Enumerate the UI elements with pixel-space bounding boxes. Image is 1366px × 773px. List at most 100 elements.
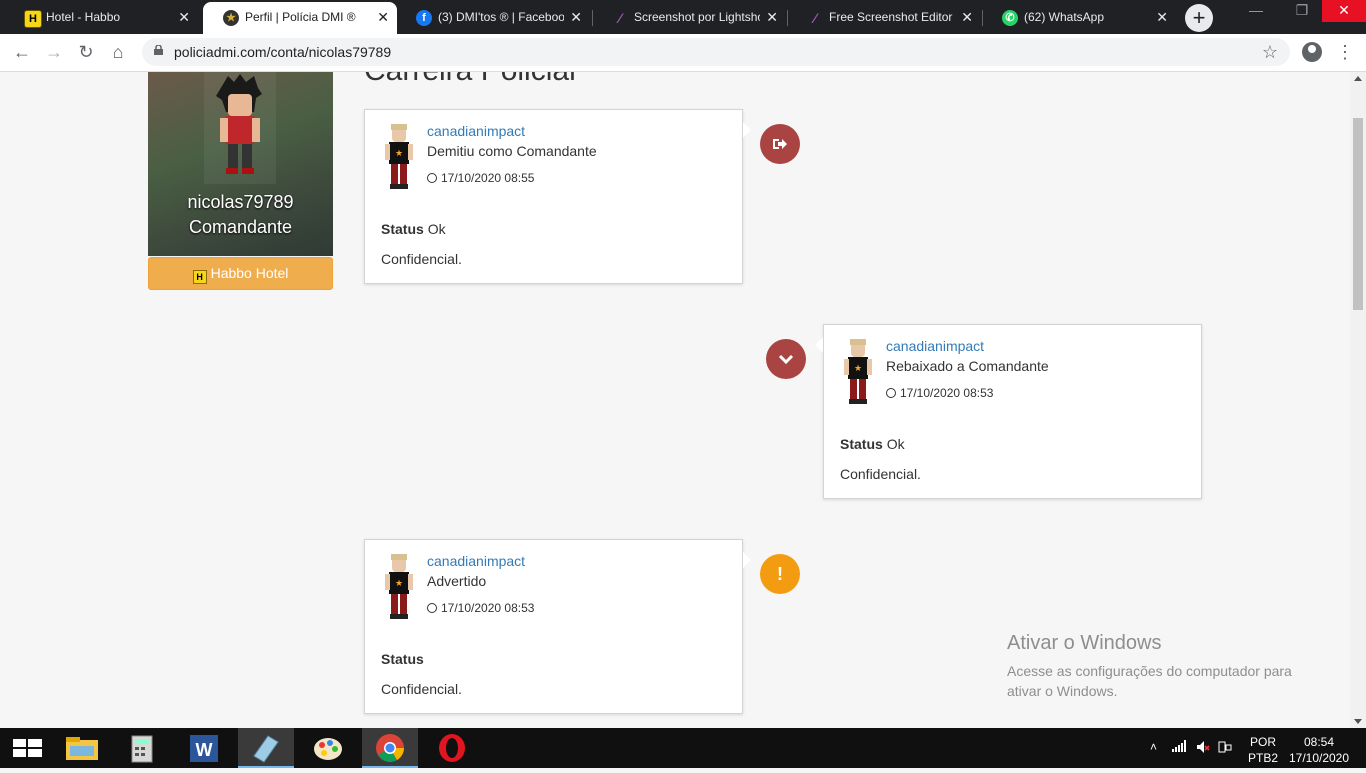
minimize-icon[interactable]: — <box>1234 0 1278 22</box>
close-icon[interactable]: ✕ <box>766 2 778 32</box>
clock-time: 08:54 <box>1303 735 1335 749</box>
habbo-hotel-button[interactable]: H Habbo Hotel <box>148 257 333 290</box>
svg-text:★: ★ <box>395 578 403 588</box>
scroll-down-icon[interactable] <box>1354 719 1362 724</box>
exclamation-icon: ! <box>760 554 800 594</box>
tab-screenshot-editor[interactable]: ⁄ Free Screenshot Editor ✕ <box>787 2 981 34</box>
status-label: Status <box>381 651 424 667</box>
facebook-icon: f <box>416 10 432 26</box>
timeline-entry: ★ canadianimpact Advertido 17/10/2020 08… <box>364 539 751 714</box>
start-button[interactable] <box>0 728 56 768</box>
clock-icon <box>886 388 896 398</box>
timeline-entry: ★ canadianimpact Demitiu como Comandante… <box>364 109 751 284</box>
dmi-icon: ★ <box>223 10 239 26</box>
notification-icon[interactable] <box>1218 740 1232 757</box>
svg-text:W: W <box>196 740 213 760</box>
windows-activation-watermark: Ativar o Windows Acesse as configurações… <box>1007 632 1292 701</box>
notepad-icon[interactable] <box>238 728 294 768</box>
word-icon[interactable]: W <box>176 728 232 768</box>
tab-perfil-dmi[interactable]: ★ Perfil | Polícia DMI ® ✕ <box>203 2 397 34</box>
clock-icon <box>427 603 437 613</box>
tab-title: (62) WhatsApp <box>1024 10 1105 24</box>
windows-icon <box>13 739 42 757</box>
tab-whatsapp[interactable]: ✆ (62) WhatsApp ✕ <box>982 2 1176 34</box>
tab-facebook[interactable]: f (3) DMI'tos ® | Facebook ✕ <box>396 2 590 34</box>
author-avatar: ★ <box>385 124 413 189</box>
forward-icon[interactable]: → <box>44 42 64 62</box>
status-label: Status <box>381 221 424 237</box>
window-close-icon[interactable]: ✕ <box>1322 0 1366 22</box>
status-value: Ok <box>886 436 905 452</box>
menu-kebab-icon[interactable]: ⋮ <box>1336 42 1354 62</box>
tab-title: Hotel - Habbo <box>46 10 121 24</box>
profile-username: nicolas79789 <box>187 192 294 212</box>
entry-note: Confidencial. <box>381 681 462 697</box>
watermark-line2: ativar o Windows. <box>1007 683 1118 699</box>
status-label: Status <box>840 436 883 452</box>
svg-text:★: ★ <box>395 148 403 158</box>
timeline-entry: ★ canadianimpact Rebaixado a Comandante … <box>815 324 1202 499</box>
volume-muted-icon[interactable] <box>1196 740 1210 757</box>
clock-icon <box>427 173 437 183</box>
lightshot-icon: ⁄ <box>618 10 622 26</box>
entry-date: 17/10/2020 08:53 <box>441 601 535 615</box>
habbo-hotel-label: Habbo Hotel <box>210 265 289 281</box>
calculator-icon[interactable] <box>114 728 170 768</box>
svg-text:★: ★ <box>854 363 862 373</box>
restore-icon[interactable]: ❐ <box>1280 0 1324 22</box>
reload-icon[interactable]: ↻ <box>76 42 96 62</box>
scroll-up-icon[interactable] <box>1354 76 1362 81</box>
habbo-icon: H <box>24 10 42 28</box>
section-title: Carreira Policial <box>364 72 576 88</box>
author-link[interactable]: canadianimpact <box>427 553 525 569</box>
habbo-icon: H <box>192 270 207 284</box>
taskbar: W ˄ POR PTB2 08:54 17/10/2020 <box>0 728 1366 768</box>
avatar <box>204 72 276 184</box>
chrome-icon[interactable] <box>362 728 418 768</box>
tab-title: (3) DMI'tos ® | Facebook <box>438 10 564 24</box>
tab-title: Screenshot por Lightshot <box>634 10 760 24</box>
author-link[interactable]: canadianimpact <box>886 338 984 354</box>
lock-icon <box>154 45 163 55</box>
close-icon[interactable]: ✕ <box>377 2 389 32</box>
sign-out-icon <box>760 124 800 164</box>
language-code: POR <box>1250 735 1277 749</box>
new-tab-button[interactable]: + <box>1185 4 1213 32</box>
keyboard-layout: PTB2 <box>1248 751 1279 765</box>
tab-lightshot[interactable]: ⁄ Screenshot por Lightshot ✕ <box>592 2 786 34</box>
clock[interactable]: 08:54 17/10/2020 <box>1288 734 1350 766</box>
opera-icon[interactable] <box>424 728 480 768</box>
whatsapp-icon: ✆ <box>1002 10 1018 26</box>
author-link[interactable]: canadianimpact <box>427 123 525 139</box>
author-avatar: ★ <box>844 339 872 404</box>
entry-action: Demitiu como Comandante <box>427 143 597 159</box>
entry-date: 17/10/2020 08:53 <box>900 386 994 400</box>
url-text[interactable]: policiadmi.com/conta/nicolas79789 <box>174 38 391 66</box>
tab-title: Free Screenshot Editor <box>829 10 953 24</box>
input-language[interactable]: POR PTB2 <box>1248 734 1278 766</box>
vertical-scrollbar[interactable] <box>1350 72 1366 728</box>
scroll-thumb[interactable] <box>1353 118 1363 310</box>
close-icon[interactable]: ✕ <box>570 2 582 32</box>
close-icon[interactable]: ✕ <box>178 2 190 32</box>
entry-date: 17/10/2020 08:55 <box>441 171 535 185</box>
bookmark-star-icon[interactable]: ☆ <box>1262 42 1278 63</box>
account-icon[interactable] <box>1302 42 1322 62</box>
close-icon[interactable]: ✕ <box>961 2 973 32</box>
entry-action: Advertido <box>427 573 487 589</box>
entry-note: Confidencial. <box>840 466 921 482</box>
paint-icon[interactable] <box>300 728 356 768</box>
tab-habbo[interactable]: H Hotel - Habbo ✕ <box>4 2 198 34</box>
watermark-title: Ativar o Windows <box>1007 632 1162 654</box>
file-explorer-icon[interactable] <box>54 728 110 768</box>
author-avatar: ★ <box>385 554 413 619</box>
lightshot-icon: ⁄ <box>813 10 817 26</box>
network-icon[interactable] <box>1172 740 1186 755</box>
address-bar[interactable]: policiadmi.com/conta/nicolas79789 ☆ <box>142 38 1290 66</box>
back-icon[interactable]: ← <box>12 42 32 62</box>
home-icon[interactable]: ⌂ <box>108 42 128 62</box>
tab-title: Perfil | Polícia DMI ® <box>245 10 356 24</box>
show-hidden-icons-chevron-icon[interactable]: ˄ <box>1150 740 1157 754</box>
profile-rank: Comandante <box>188 217 293 237</box>
close-icon[interactable]: ✕ <box>1156 2 1168 32</box>
